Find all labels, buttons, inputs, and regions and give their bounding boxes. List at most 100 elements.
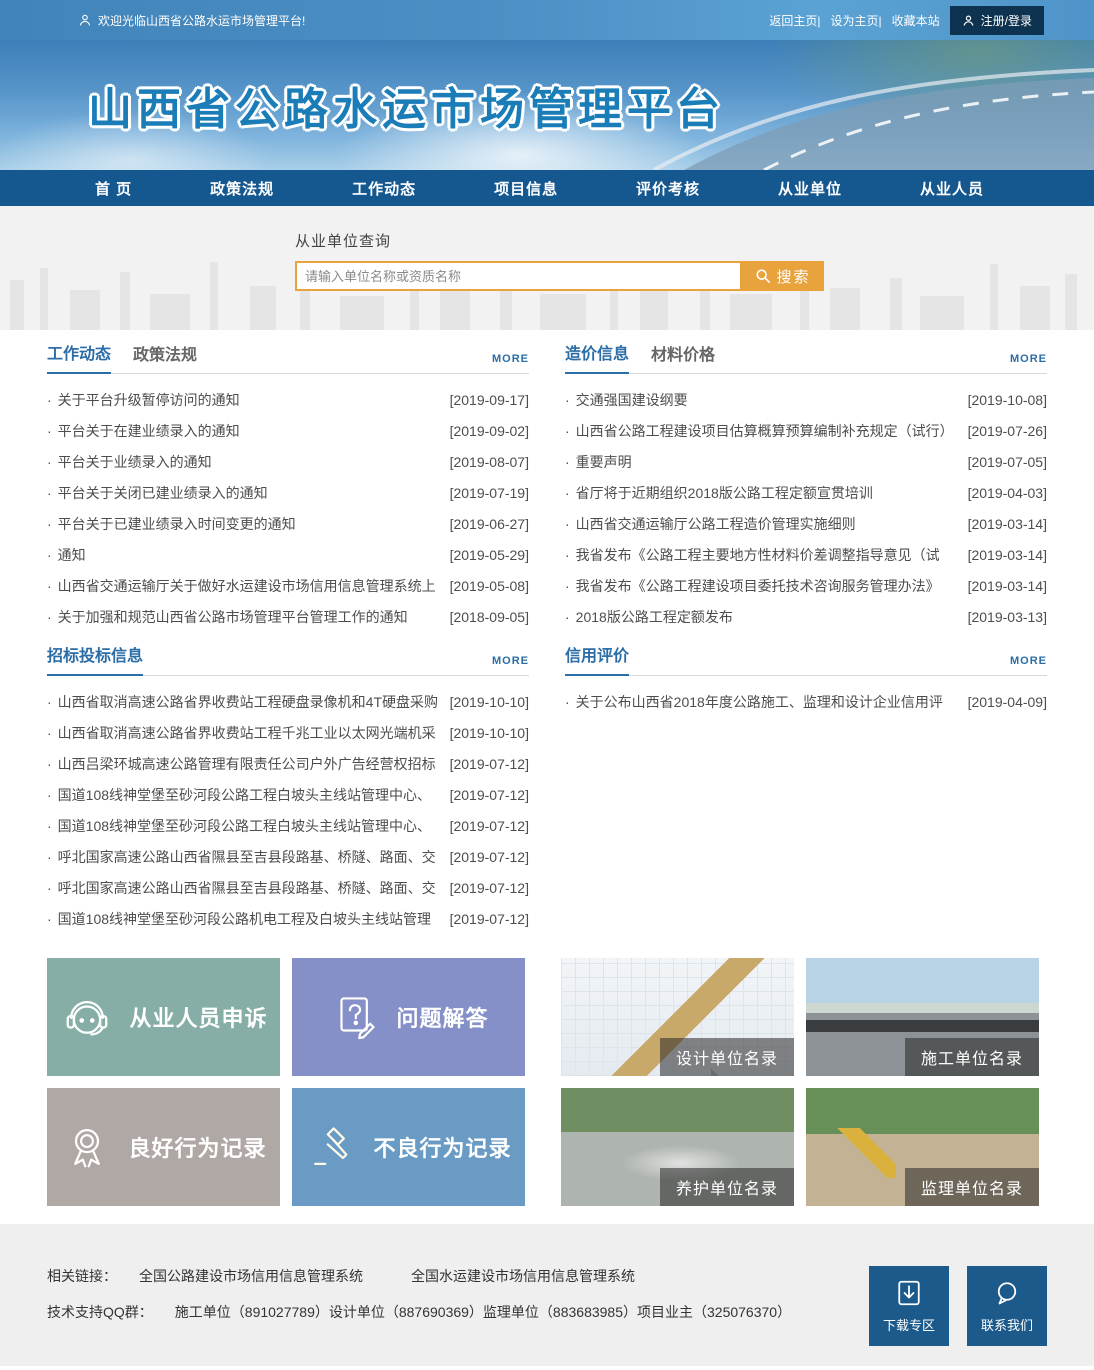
list-item: 关于公布山西省2018年度公路施工、监理和设计企业信用评 [2019-04-09] (565, 686, 1047, 717)
quick-link-blocks: 从业人员申诉 问题解答 良好行为记录 (47, 958, 525, 1206)
news-link[interactable]: 国道108线神堂堡至砂河段公路工程白坡头主线站管理中心、 (47, 816, 444, 836)
tab-policies[interactable]: 政策法规 (133, 341, 197, 373)
link-set-homepage[interactable]: 设为主页| (831, 12, 882, 29)
gavel-icon (305, 1120, 359, 1174)
list-item: 平台关于关闭已建业绩录入的通知 [2019-07-19] (47, 477, 529, 508)
news-link[interactable]: 平台关于已建业绩录入时间变更的通知 (47, 514, 444, 534)
personnel-appeal-block[interactable]: 从业人员申诉 (47, 958, 280, 1076)
welcome-text: 欢迎光临山西省公路水运市场管理平台! (98, 12, 305, 29)
topbar-links: 返回主页| 设为主页| 收藏本站 注册/登录 (769, 6, 1044, 35)
news-link[interactable]: 呼北国家高速公路山西省隰县至吉县段路基、桥隧、路面、交 (47, 878, 444, 898)
maintenance-directory-card[interactable]: 养护单位名录 (561, 1088, 794, 1206)
tab-work-news[interactable]: 工作动态 (47, 340, 111, 374)
list-item: 省厅将于近期组织2018版公路工程定额宣贯培训[2019-04-03] (565, 477, 1047, 508)
supervision-directory-card[interactable]: 监理单位名录 (806, 1088, 1039, 1206)
news-link[interactable]: 重要声明 (565, 452, 962, 472)
news-link[interactable]: 山西省取消高速公路省界收费站工程硬盘录像机和4T硬盘采购 (47, 692, 444, 712)
bad-behavior-block[interactable]: 不良行为记录 (292, 1088, 525, 1206)
news-link[interactable]: 山西吕梁环城高速公路管理有限责任公司户外广告经营权招标 (47, 754, 444, 774)
credit-list: 关于公布山西省2018年度公路施工、监理和设计企业信用评 [2019-04-09] (565, 686, 1047, 717)
good-behavior-block[interactable]: 良好行为记录 (47, 1088, 280, 1206)
register-login-button[interactable]: 注册/登录 (950, 6, 1044, 35)
news-link[interactable]: 平台关于关闭已建业绩录入的通知 (47, 483, 444, 503)
download-zone-button[interactable]: 下载专区 (869, 1266, 949, 1346)
contact-us-button[interactable]: 联系我们 (967, 1266, 1047, 1346)
news-link[interactable]: 平台关于在建业绩录入的通知 (47, 421, 444, 441)
photo-caption: 施工单位名录 (905, 1038, 1039, 1076)
cost-info-list: 交通强国建设纲要[2019-10-08] 山西省公路工程建设项目估算概算预算编制… (565, 384, 1047, 632)
news-date: [2019-03-14] (968, 578, 1047, 594)
news-link[interactable]: 关于加强和规范山西省公路市场管理平台管理工作的通知 (47, 607, 444, 627)
news-date: [2019-10-10] (450, 725, 529, 741)
news-link[interactable]: 国道108线神堂堡至砂河段公路机电工程及白坡头主线站管理 (47, 909, 444, 929)
block-label: 不良行为记录 (373, 1131, 511, 1163)
contact-us-label: 联系我们 (981, 1315, 1033, 1334)
link-bookmark-site[interactable]: 收藏本站 (892, 12, 940, 29)
search-input[interactable] (295, 261, 742, 291)
news-link[interactable]: 呼北国家高速公路山西省隰县至吉县段路基、桥隧、路面、交 (47, 847, 444, 867)
news-link[interactable]: 2018版公路工程定额发布 (565, 607, 962, 627)
news-link[interactable]: 山西省交通运输厅公路工程造价管理实施细则 (565, 514, 962, 534)
nav-item-policies[interactable]: 政策法规 (210, 178, 274, 199)
block-label: 良好行为记录 (128, 1131, 266, 1163)
block-label: 从业人员申诉 (129, 1001, 267, 1033)
footer-text: 相关链接： 全国公路建设市场信用信息管理系统 全国水运建设市场信用信息管理系统 … (47, 1266, 791, 1346)
news-link[interactable]: 通知 (47, 545, 444, 565)
list-item: 国道108线神堂堡至砂河段公路机电工程及白坡头主线站管理[2019-07-12] (47, 903, 529, 934)
list-item: 山西省公路工程建设项目估算概算预算编制补充规定（试行）[2019-07-26] (565, 415, 1047, 446)
news-date: [2019-09-17] (450, 392, 529, 408)
national-waterway-credit-link[interactable]: 全国水运建设市场信用信息管理系统 (411, 1266, 635, 1286)
news-link[interactable]: 国道108线神堂堡至砂河段公路工程白坡头主线站管理中心、 (47, 785, 444, 805)
site-header: 欢迎光临山西省公路水运市场管理平台! 返回主页| 设为主页| 收藏本站 注册/登… (0, 0, 1094, 206)
news-date: [2019-03-14] (968, 516, 1047, 532)
more-link[interactable]: MORE (1010, 353, 1047, 373)
news-link[interactable]: 我省发布《公路工程建设项目委托技术咨询服务管理办法》 (565, 576, 962, 596)
question-answer-block[interactable]: 问题解答 (292, 958, 525, 1076)
more-link[interactable]: MORE (492, 353, 529, 373)
more-link[interactable]: MORE (1010, 655, 1047, 675)
news-date: [2018-09-05] (450, 609, 529, 625)
search-button[interactable]: 搜索 (742, 261, 824, 291)
link-return-home[interactable]: 返回主页| (769, 12, 820, 29)
nav-item-home[interactable]: 首 页 (95, 178, 132, 199)
medal-icon (60, 1120, 114, 1174)
nav-item-work-news[interactable]: 工作动态 (352, 178, 416, 199)
national-highway-credit-link[interactable]: 全国公路建设市场信用信息管理系统 (139, 1266, 363, 1286)
block-label: 问题解答 (396, 1001, 488, 1033)
news-date: [2019-07-12] (450, 756, 529, 772)
news-link[interactable]: 山西省取消高速公路省界收费站工程千兆工业以太网光端机采 (47, 723, 444, 743)
news-link[interactable]: 山西省交通运输厅关于做好水运建设市场信用信息管理系统上 (47, 576, 444, 596)
list-item: 国道108线神堂堡至砂河段公路工程白坡头主线站管理中心、 [2019-07-12] (47, 779, 529, 810)
nav-item-personnel[interactable]: 从业人员 (920, 178, 984, 199)
tab-credit[interactable]: 信用评价 (565, 642, 629, 676)
more-link[interactable]: MORE (492, 655, 529, 675)
tab-material-prices[interactable]: 材料价格 (651, 341, 715, 373)
nav-item-evaluation[interactable]: 评价考核 (636, 178, 700, 199)
news-date: [2019-06-27] (450, 516, 529, 532)
download-icon (894, 1278, 924, 1308)
nav-item-projects[interactable]: 项目信息 (494, 178, 558, 199)
news-link[interactable]: 平台关于业绩录入的通知 (47, 452, 444, 472)
promo-area: 从业人员申诉 问题解答 良好行为记录 (47, 958, 1047, 1206)
news-date: [2019-07-19] (450, 485, 529, 501)
news-link[interactable]: 关于公布山西省2018年度公路施工、监理和设计企业信用评 (565, 692, 962, 712)
news-link[interactable]: 关于平台升级暂停访问的通知 (47, 390, 444, 410)
news-date: [2019-07-12] (450, 787, 529, 803)
list-item: 2018版公路工程定额发布[2019-03-13] (565, 601, 1047, 632)
news-link[interactable]: 山西省公路工程建设项目估算概算预算编制补充规定（试行） (565, 421, 962, 441)
list-item: 国道108线神堂堡至砂河段公路工程白坡头主线站管理中心、[2019-07-12] (47, 810, 529, 841)
nav-item-enterprises[interactable]: 从业单位 (778, 178, 842, 199)
tab-cost-info[interactable]: 造价信息 (565, 340, 629, 374)
news-date: [2019-04-09] (968, 694, 1047, 710)
list-item: 我省发布《公路工程主要地方性材料价差调整指导意见（试 [2019-03-14] (565, 539, 1047, 570)
bidding-list: 山西省取消高速公路省界收费站工程硬盘录像机和4T硬盘采购 [2019-10-10]… (47, 686, 529, 934)
news-date: [2019-03-14] (968, 547, 1047, 563)
news-link[interactable]: 交通强国建设纲要 (565, 390, 962, 410)
tab-bidding[interactable]: 招标投标信息 (47, 642, 143, 676)
news-link[interactable]: 我省发布《公路工程主要地方性材料价差调整指导意见（试 (565, 545, 962, 565)
construction-directory-card[interactable]: 施工单位名录 (806, 958, 1039, 1076)
design-directory-card[interactable]: 设计单位名录 (561, 958, 794, 1076)
headset-icon (59, 989, 115, 1045)
news-link[interactable]: 省厅将于近期组织2018版公路工程定额宣贯培训 (565, 483, 962, 503)
main-navigation: 首 页 政策法规 工作动态 项目信息 评价考核 从业单位 从业人员 (0, 170, 1094, 206)
